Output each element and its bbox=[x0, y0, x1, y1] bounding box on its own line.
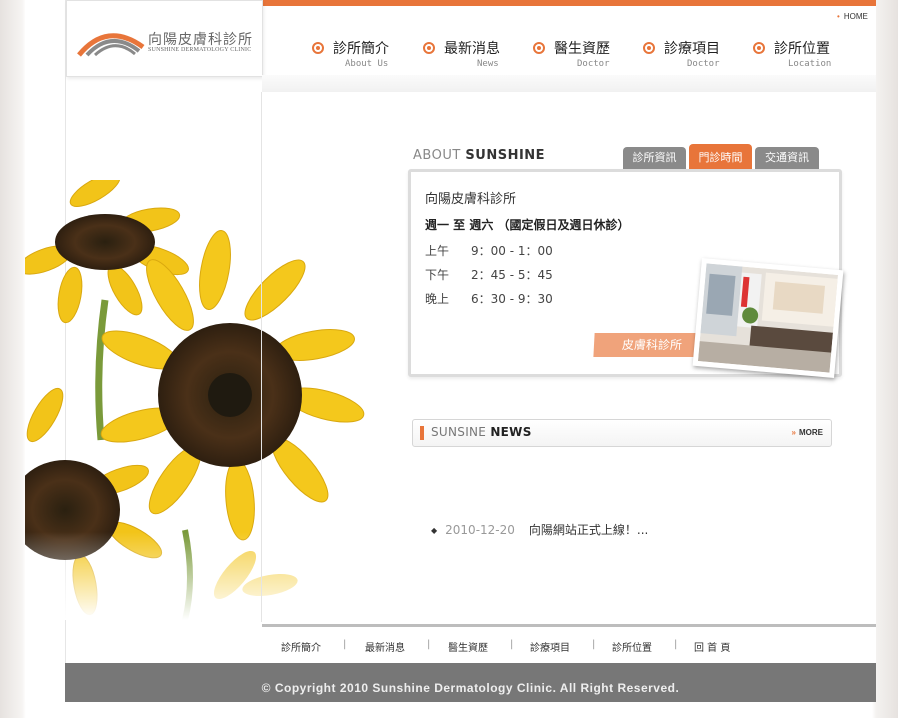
about-title: ABOUT SUNSHINE bbox=[413, 148, 546, 163]
logo[interactable]: 向陽皮膚科診所 SUNSHINE DERMATOLOGY CLINIC bbox=[66, 0, 263, 77]
logo-name-cn: 向陽皮膚科診所 bbox=[148, 32, 253, 48]
bullet-icon: • bbox=[837, 12, 840, 21]
copyright: © Copyright 2010 Sunshine Dermatology Cl… bbox=[65, 663, 876, 702]
sunshine-logo-icon bbox=[77, 33, 145, 57]
news-item[interactable]: ◆ 2010-12-20 向陽網站正式上線！... bbox=[431, 521, 648, 538]
content-divider bbox=[261, 92, 262, 622]
footer-link-home[interactable]: 回 首 頁 bbox=[694, 639, 730, 654]
nav-bullet-icon bbox=[753, 42, 765, 54]
nav-shadow bbox=[262, 75, 876, 92]
footer-link-treatments[interactable]: 診療項目 bbox=[530, 639, 570, 654]
nav-item-treatments[interactable]: 診療項目 Doctor bbox=[643, 38, 723, 78]
nav-item-doctor[interactable]: 醫生資歷 Doctor bbox=[533, 38, 613, 78]
hours-row-afternoon: 下午 2：45 - 5：45 bbox=[425, 268, 553, 282]
top-accent-bar bbox=[262, 0, 876, 6]
news-title[interactable]: 向陽網站正式上線！... bbox=[529, 523, 648, 537]
nav-item-about[interactable]: 診所簡介 About Us bbox=[312, 38, 392, 78]
nav-bullet-icon bbox=[643, 42, 655, 54]
nav-item-news[interactable]: 最新消息 News bbox=[423, 38, 503, 78]
news-header: SUNSINE NEWS » MORE bbox=[412, 419, 832, 447]
footer-link-news[interactable]: 最新消息 bbox=[365, 639, 405, 654]
footer-nav: 診所簡介 | 最新消息 | 醫生資歷 | 診療項目 | 診所位置 | 回 首 頁 bbox=[262, 627, 876, 663]
logo-name-en: SUNSHINE DERMATOLOGY CLINIC bbox=[148, 47, 252, 53]
clinic-interior-image bbox=[697, 263, 839, 373]
news-date: 2010-12-20 bbox=[445, 523, 515, 537]
hours-row-evening: 晚上 6：30 - 9：30 bbox=[425, 292, 553, 306]
clinic-name: 向陽皮膚科診所 bbox=[425, 192, 517, 207]
diamond-bullet-icon: ◆ bbox=[431, 526, 438, 535]
footer-link-about[interactable]: 診所簡介 bbox=[281, 639, 321, 654]
photo-label: 皮膚科診所 bbox=[593, 333, 703, 357]
nav-bullet-icon bbox=[423, 42, 435, 54]
footer-link-location[interactable]: 診所位置 bbox=[612, 639, 652, 654]
nav-item-location[interactable]: 診所位置 Location bbox=[753, 38, 833, 78]
tab-transportation[interactable]: 交通資訊 bbox=[755, 147, 819, 169]
home-link[interactable]: • HOME bbox=[837, 12, 868, 21]
clinic-photo bbox=[692, 258, 844, 378]
sunflower-image bbox=[25, 180, 385, 620]
nav-bullet-icon bbox=[533, 42, 545, 54]
nav-bullet-icon bbox=[312, 42, 324, 54]
double-chevron-right-icon: » bbox=[791, 428, 796, 437]
news-accent-mark bbox=[420, 426, 424, 440]
hours-row-morning: 上午 9：00 - 1：00 bbox=[425, 244, 553, 258]
hours-heading: 週一 至 週六 （國定假日及週日休診） bbox=[425, 218, 630, 232]
footer-link-doctor[interactable]: 醫生資歷 bbox=[448, 639, 488, 654]
tab-clinic-hours[interactable]: 門診時間 bbox=[689, 144, 752, 169]
tab-clinic-info[interactable]: 診所資訊 bbox=[623, 147, 686, 169]
more-button[interactable]: » MORE bbox=[792, 428, 823, 437]
footer-left-strip bbox=[25, 663, 65, 702]
